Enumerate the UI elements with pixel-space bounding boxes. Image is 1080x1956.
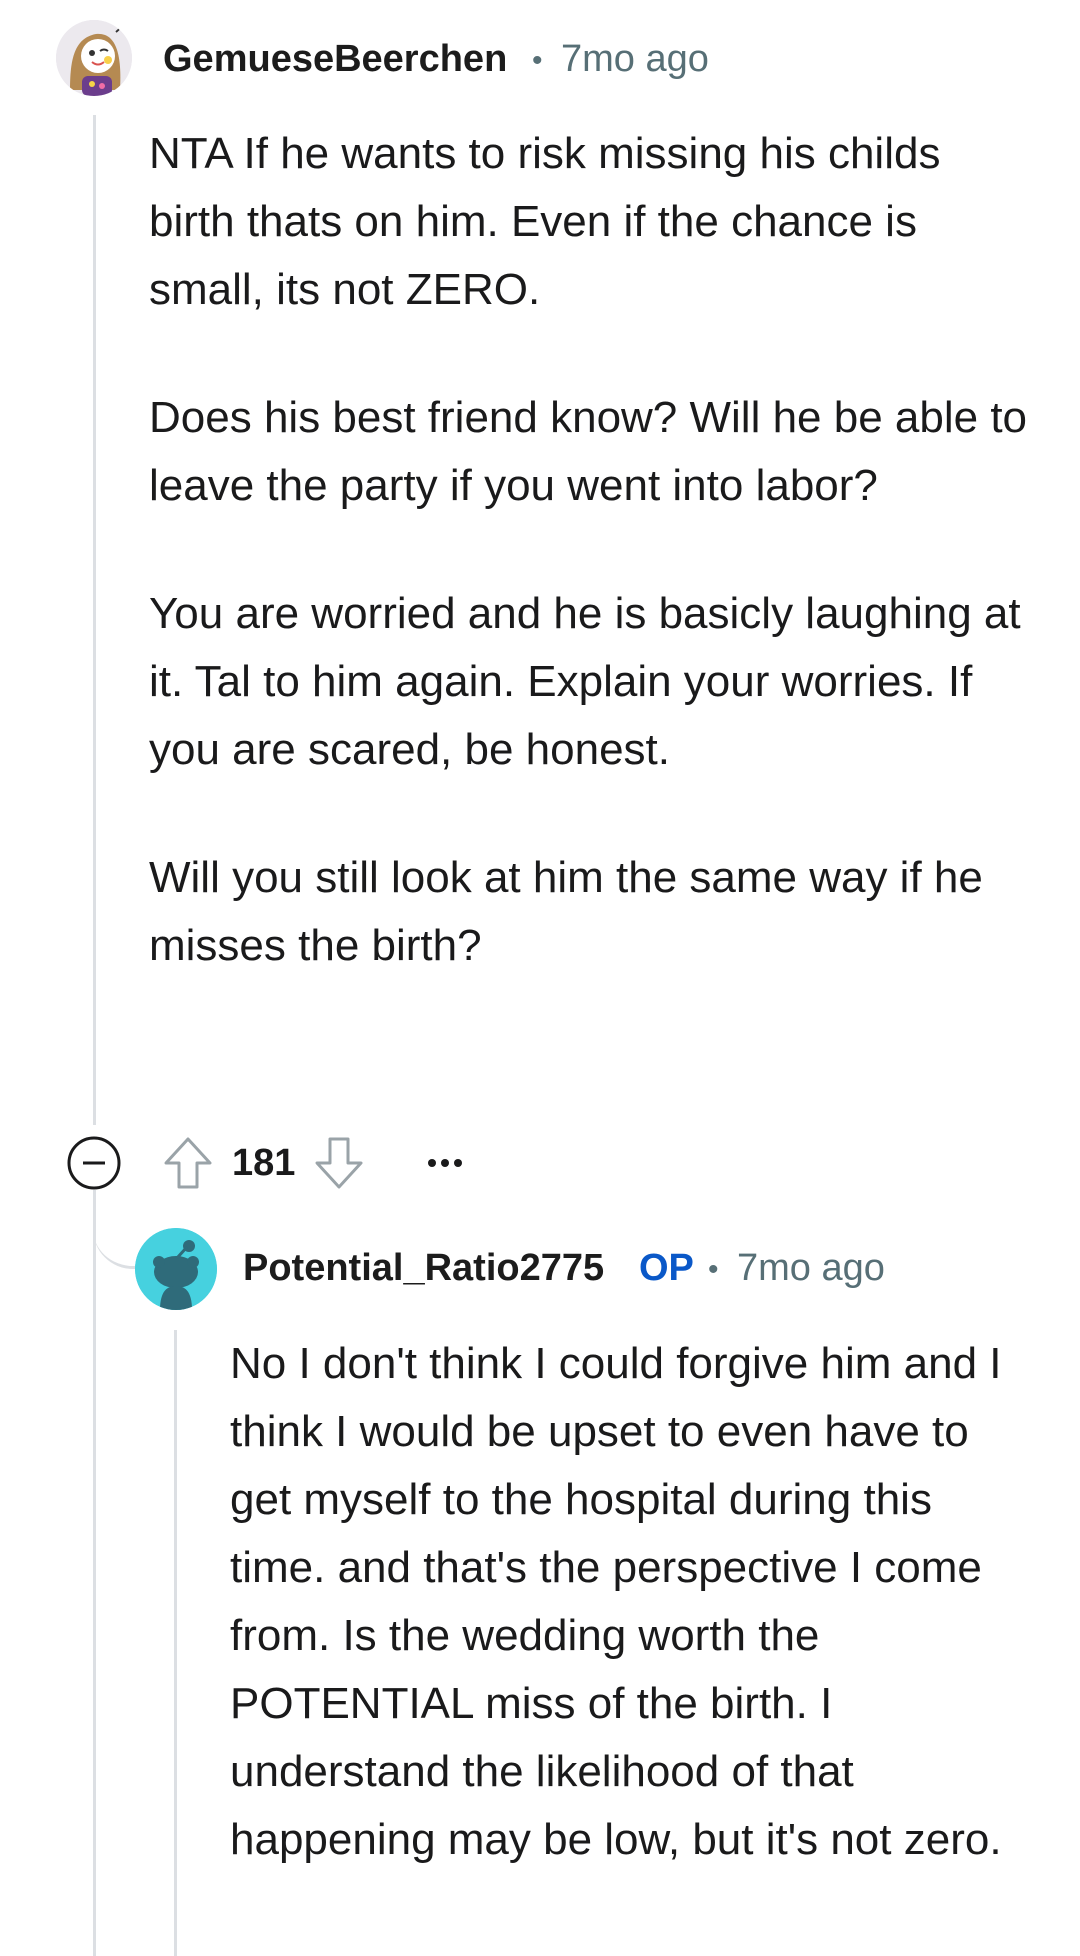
reply-thread-line (174, 1330, 177, 1956)
upvote-arrow-icon[interactable] (160, 1134, 216, 1192)
comment-paragraph: Will you still look at him the same way … (149, 853, 983, 970)
downvote-arrow-icon[interactable] (311, 1134, 367, 1192)
vote-score: 181 (232, 1141, 296, 1184)
reply-paragraph: No I don't think I could forgive him and… (230, 1339, 1002, 1864)
reply-avatar[interactable] (135, 1228, 217, 1310)
comment-timestamp[interactable]: 7mo ago (561, 38, 709, 81)
comment-author[interactable]: GemueseBeerchen (163, 38, 507, 81)
reply-separator: • (708, 1253, 719, 1286)
vote-bar: 181 (160, 1134, 473, 1192)
avatar-snoo-icon (56, 20, 132, 96)
comment-paragraph: NTA If he wants to risk missing his chil… (149, 129, 941, 314)
op-badge: OP (639, 1247, 694, 1289)
comment-paragraph: You are worried and he is basicly laughi… (149, 589, 1021, 774)
reply-body: No I don't think I could forgive him and… (230, 1330, 1030, 1874)
snoo-avatar-icon (135, 1228, 217, 1310)
comment-paragraph: Does his best friend know? Will he be ab… (149, 393, 1028, 510)
comment-body: NTA If he wants to risk missing his chil… (149, 120, 1029, 980)
comment-separator: • (532, 44, 543, 77)
thread-line-continuation (93, 1190, 96, 1956)
reply-author[interactable]: Potential_Ratio2775 (243, 1247, 604, 1290)
reply-timestamp[interactable]: 7mo ago (737, 1247, 885, 1290)
reply-connector (93, 1190, 135, 1269)
collapse-minus-icon[interactable] (66, 1135, 122, 1191)
user-avatar[interactable] (56, 20, 132, 96)
thread-line (93, 115, 96, 1125)
more-options-icon[interactable] (417, 1134, 473, 1192)
